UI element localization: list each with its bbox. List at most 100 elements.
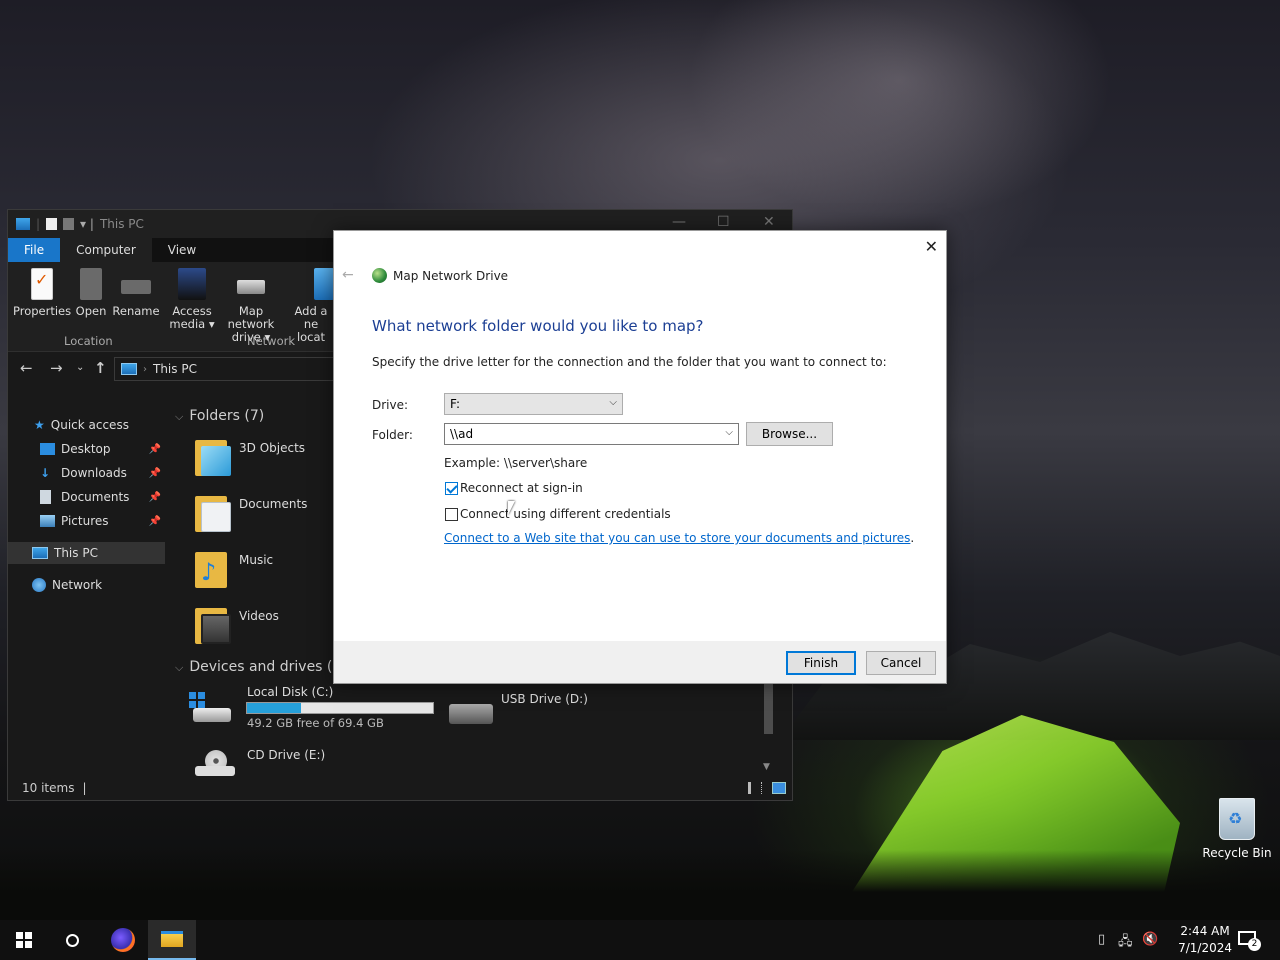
address-bar[interactable]: › This PC [114,357,344,381]
pin-icon[interactable]: 📌 [149,468,161,479]
usb-device-icon[interactable]: ▯ [1098,932,1105,947]
nav-documents[interactable]: Documents 📌 [8,486,165,508]
rename-label: Rename [112,304,160,318]
background-ground [0,850,1280,920]
windows-logo-icon [16,932,32,948]
nav-network[interactable]: Network [8,574,165,596]
customize-quick-access-icon[interactable]: ▾ | [80,217,94,231]
minimize-icon[interactable]: — [672,214,686,230]
reconnect-label[interactable]: Reconnect at sign-in [460,481,583,495]
pin-icon[interactable]: 📌 [149,444,161,455]
chevron-down-icon[interactable]: ⌵ [725,427,733,438]
desktop-icon [40,443,55,455]
different-credentials-checkbox[interactable] [445,508,458,521]
reconnect-checkbox[interactable] [445,482,458,495]
item-count: 10 items [22,781,75,795]
drive-e-name[interactable]: CD Drive (E:) [247,748,325,762]
nav-this-pc[interactable]: This PC [8,542,165,564]
nav-quick-access[interactable]: ★ Quick access [8,414,165,436]
open-icon [80,268,102,300]
tab-file[interactable]: File [8,238,61,262]
up-arrow-icon[interactable]: ↑ [94,359,107,377]
folder-documents[interactable]: Documents [239,497,307,511]
network-icon [32,578,46,592]
nav-desktop[interactable]: Desktop 📌 [8,438,165,460]
drive-c-name[interactable]: Local Disk (C:) [247,685,333,699]
dialog-footer: Finish Cancel [334,641,946,683]
cd-drive-icon[interactable] [195,750,235,776]
chevron-down-icon: ⌵ [609,397,617,408]
mouse-cursor-icon [508,501,515,515]
usb-drive-icon[interactable] [449,704,493,724]
access-media-icon [178,268,206,300]
drive-c-icon[interactable] [189,690,233,726]
large-icons-view-icon[interactable] [772,782,786,794]
nav-pictures[interactable]: Pictures 📌 [8,510,165,532]
tab-view[interactable]: View [152,238,212,262]
pin-icon[interactable]: 📌 [149,516,161,527]
add-network-location-button[interactable]: Add a ne locat [288,268,334,344]
search-button[interactable] [48,920,96,960]
volume-muted-icon[interactable]: 🔇 [1142,932,1158,947]
back-arrow-icon[interactable]: ← [20,359,33,377]
nav-downloads[interactable]: ↓ Downloads 📌 [8,462,165,484]
cancel-button[interactable]: Cancel [866,651,936,675]
finish-button[interactable]: Finish [786,651,856,675]
taskbar-clock[interactable]: 2:44 AM 7/1/2024 [1178,923,1232,957]
recycle-bin-shortcut[interactable]: Recycle Bin [1198,798,1276,860]
start-button[interactable] [0,920,48,960]
folder-label: Folder: [372,428,413,442]
nav-desktop-label: Desktop [61,442,111,456]
address-path: This PC [153,362,197,376]
drive-c-free-space: 49.2 GB free of 69.4 GB [247,716,384,730]
web-site-link-text[interactable]: Connect to a Web site that you can use t… [444,531,910,545]
maximize-icon[interactable]: ☐ [717,214,730,230]
devices-group-header[interactable]: ⌵ Devices and drives (3) [175,659,347,675]
folder-documents-icon[interactable] [193,492,233,534]
drive-select[interactable]: F: ⌵ [444,393,623,415]
map-network-drive-button[interactable]: Map network drive ▾ [215,268,287,344]
action-center-button[interactable]: 2 [1236,928,1261,952]
drive-d-name[interactable]: USB Drive (D:) [501,692,588,706]
folder-videos[interactable]: Videos [239,609,279,623]
access-media-label-2: media ▾ [169,317,215,331]
drive-c-usage-bar [246,702,434,714]
collapse-chevron-icon: ⌵ [175,661,184,674]
forward-arrow-icon[interactable]: → [50,359,63,377]
add-location-label: Add a ne [294,304,328,331]
web-site-link[interactable]: Connect to a Web site that you can use t… [444,531,914,545]
access-media-button[interactable]: Access media ▾ [162,268,222,331]
folder-music-icon[interactable]: ♪ [193,548,233,590]
nav-quick-access-label: Quick access [50,418,129,432]
different-credentials-label[interactable]: Connect using different credentials [460,507,671,521]
file-explorer-taskbar-button[interactable] [148,920,196,960]
status-bar: 10 items | [8,776,792,800]
file-explorer-icon [161,931,183,947]
network-status-icon[interactable]: 🖧 [1118,932,1133,954]
close-icon[interactable]: ✕ [763,214,775,230]
folder-3d-objects-icon[interactable] [193,436,233,478]
pin-icon[interactable]: 📌 [149,492,161,503]
new-folder-quick-icon[interactable] [63,218,75,230]
scrollbar-thumb[interactable] [764,684,773,734]
rename-button[interactable]: Rename [108,268,164,318]
browse-button[interactable]: Browse... [746,422,833,446]
taskbar: ▯ 🖧 🔇 2:44 AM 7/1/2024 2 [0,920,1280,960]
folder-music[interactable]: Music [239,553,273,567]
drive-c-usage-fill [247,703,301,713]
map-network-drive-dialog: ✕ ← Map Network Drive What network folde… [333,230,947,684]
back-arrow-icon[interactable]: ← [342,267,354,283]
properties-quick-icon[interactable] [46,218,58,230]
recent-locations-chevron-icon[interactable]: ⌄ [76,362,84,373]
folder-3d-objects[interactable]: 3D Objects [239,441,305,455]
window-title: This PC [99,217,144,231]
scroll-down-icon[interactable]: ▼ [763,762,770,772]
folder-videos-icon[interactable] [193,604,233,646]
tab-computer[interactable]: Computer [60,238,152,262]
folder-combobox[interactable]: \\ad ⌵ [444,423,739,445]
folders-group-header[interactable]: ⌵ Folders (7) [175,408,264,424]
group-network-label: Network [247,334,296,348]
close-icon[interactable]: ✕ [925,237,938,256]
firefox-taskbar-button[interactable] [99,920,147,960]
details-view-icon[interactable] [748,782,762,794]
